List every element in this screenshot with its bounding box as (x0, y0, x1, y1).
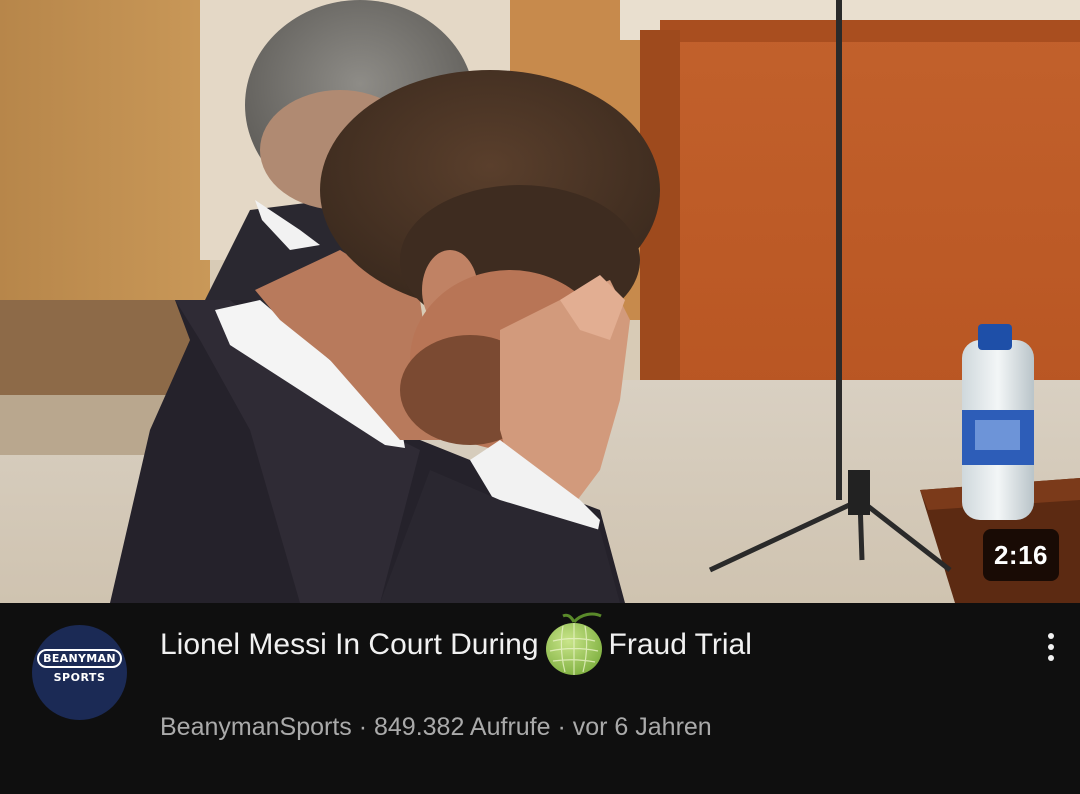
video-title[interactable]: Lionel Messi In Court During Fraud Trial (160, 612, 960, 676)
duration-badge: 2:16 (982, 529, 1059, 581)
video-title-part1: Lionel Messi In Court During (160, 628, 539, 662)
menu-dot (1048, 633, 1054, 639)
video-card[interactable]: 2:16 BEANYMAN SPORTS Lionel Messi In Cou… (0, 0, 1080, 794)
channel-logo-top-text: BEANYMAN (37, 649, 122, 668)
video-info: BEANYMAN SPORTS Lionel Messi In Court Du… (0, 603, 1080, 794)
menu-dot (1048, 655, 1054, 661)
melon-emoji-icon (545, 612, 602, 676)
thumbnail-image (0, 0, 1080, 603)
video-thumbnail[interactable]: 2:16 (0, 0, 1080, 603)
channel-logo: BEANYMAN SPORTS (37, 649, 122, 684)
channel-avatar[interactable]: BEANYMAN SPORTS (32, 625, 127, 720)
menu-dot (1048, 644, 1054, 650)
channel-logo-bottom-text: SPORTS (53, 671, 106, 684)
video-title-part2: Fraud Trial (608, 628, 752, 662)
video-meta: BeanymanSports · 849.382 Aufrufe · vor 6… (160, 713, 712, 741)
more-vert-icon[interactable] (1040, 627, 1062, 667)
